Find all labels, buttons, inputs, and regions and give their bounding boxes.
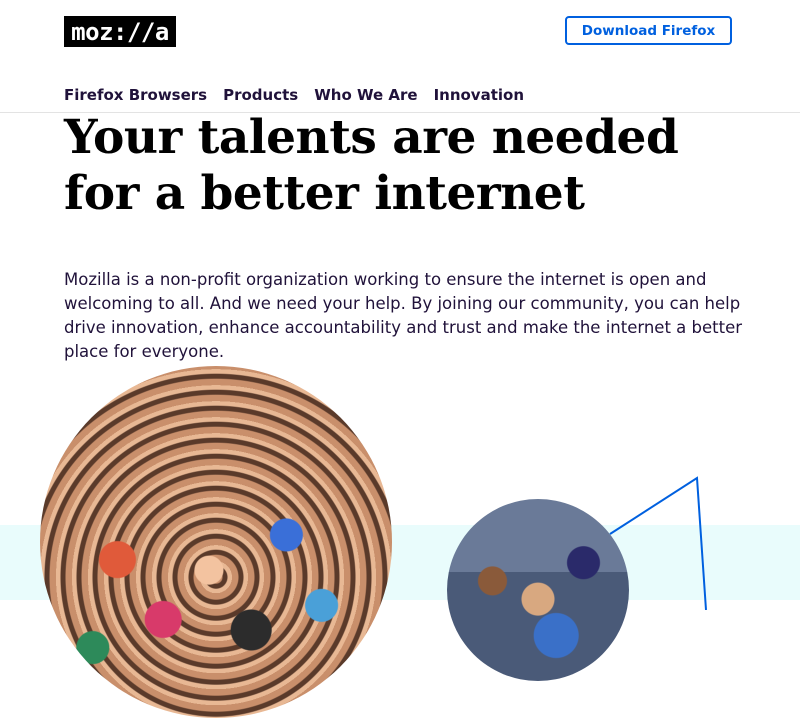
nav-item-products[interactable]: Products [223, 86, 298, 104]
main-nav: Firefox Browsers Products Who We Are Inn… [64, 86, 524, 104]
nav-item-innovation[interactable]: Innovation [434, 86, 524, 104]
page-headline: Your talents are needed for a better int… [64, 110, 679, 221]
mozilla-logo[interactable]: moz://a [64, 16, 176, 47]
nav-item-firefox-browsers[interactable]: Firefox Browsers [64, 86, 207, 104]
logo-text: moz://a [71, 17, 169, 46]
decorative-triangle-outline [609, 476, 707, 610]
community-crowd-photo [40, 366, 392, 718]
download-firefox-button[interactable]: Download Firefox [565, 16, 732, 45]
site-header: moz://a Download Firefox Firefox Browser… [0, 0, 800, 113]
intro-paragraph: Mozilla is a non-profit organization wor… [64, 270, 743, 361]
nav-item-who-we-are[interactable]: Who We Are [314, 86, 417, 104]
